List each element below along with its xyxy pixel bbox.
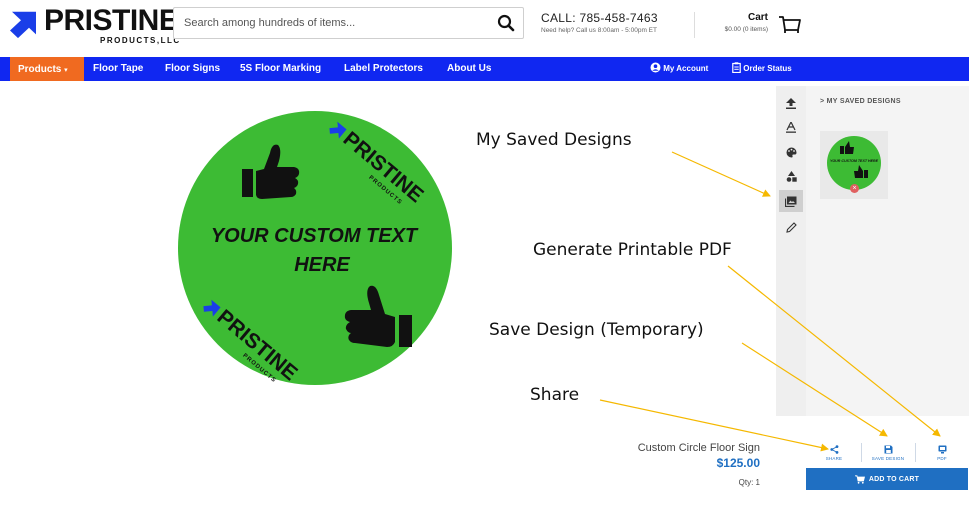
site-header: PRISTINE PRODUCTS,LLC CALL: 785-458-7463… <box>0 0 969 54</box>
saved-panel-title: > MY SAVED DESIGNS <box>820 98 901 105</box>
chevron-down-icon: ▾ <box>64 67 68 74</box>
shapes-icon <box>786 170 797 182</box>
logo-subtitle: PRODUCTS,LLC <box>100 36 181 45</box>
main-nav: Products ▾ Floor Tape Floor Signs 5S Flo… <box>0 57 969 81</box>
palette-icon <box>786 147 796 157</box>
saved-designs-panel: > MY SAVED DESIGNS YOUR CUSTOM TEXT HERE… <box>806 86 969 416</box>
pdf-icon <box>938 445 946 453</box>
nav-label-protectors[interactable]: Label Protectors <box>344 57 423 81</box>
product-qty: Qty: 1 <box>738 478 760 487</box>
add-to-cart-button[interactable]: ADD TO CART <box>806 468 968 490</box>
account-icon <box>650 62 661 73</box>
pdf-button[interactable]: PDF <box>916 440 968 465</box>
call-info: CALL: 785-458-7463 Need help? Call us 8:… <box>541 11 658 34</box>
search-bar <box>173 7 524 39</box>
save-design-label: SAVE DESIGN <box>871 455 905 461</box>
order-status-label: Order Status <box>743 64 792 73</box>
custom-text-line1[interactable]: YOUR CUSTOM TEXT <box>211 225 419 247</box>
logo-arrow-icon <box>10 11 36 38</box>
my-account-link[interactable]: My Account <box>650 57 708 81</box>
nav-floor-signs[interactable]: Floor Signs <box>165 57 220 81</box>
upload-tool[interactable] <box>779 92 803 114</box>
arrow-to-saved-designs <box>671 151 771 197</box>
text-icon <box>786 121 796 133</box>
cart-title: Cart <box>747 12 768 23</box>
edit-pencil-icon <box>785 221 797 233</box>
search-input[interactable] <box>174 8 474 38</box>
saved-designs-icon <box>785 196 797 207</box>
annotation-save-design: Save Design (Temporary) <box>489 320 704 340</box>
call-number[interactable]: CALL: 785-458-7463 <box>541 11 658 25</box>
header-divider <box>694 12 695 38</box>
order-status-link[interactable]: Order Status <box>732 57 792 81</box>
cart-icon <box>854 474 865 484</box>
cart-icon <box>779 16 801 33</box>
design-actions: SHARE SAVE DESIGN PDF <box>806 440 968 465</box>
share-icon <box>829 444 838 454</box>
saved-designs-tool[interactable] <box>779 190 803 212</box>
color-tool[interactable] <box>779 141 803 163</box>
share-label: SHARE <box>825 455 843 461</box>
nav-floor-tape[interactable]: Floor Tape <box>93 57 143 81</box>
product-price: $125.00 <box>716 456 760 470</box>
custom-text-line2[interactable]: HERE <box>294 254 350 276</box>
product-name: Custom Circle Floor Sign <box>637 442 760 454</box>
design-toolbar <box>776 86 806 416</box>
nav-products-label: Products <box>18 64 62 75</box>
search-icon[interactable] <box>497 14 515 32</box>
edit-tool[interactable] <box>779 216 803 238</box>
annotation-printable-pdf: Generate Printable PDF <box>533 240 732 260</box>
cart-summary: $0.00 (0 items) <box>724 26 768 33</box>
save-design-button[interactable]: SAVE DESIGN <box>862 440 914 465</box>
upload-icon <box>786 97 796 109</box>
shapes-tool[interactable] <box>779 165 803 187</box>
saved-thumb-text: YOUR CUSTOM TEXT HERE <box>830 159 879 163</box>
custom-floor-sign: PRISTINE PRODUCTS PRISTINE PRODUCTS YOUR… <box>178 111 452 385</box>
my-account-label: My Account <box>663 64 709 73</box>
delete-design-icon[interactable]: × <box>850 184 859 193</box>
save-icon <box>884 445 892 453</box>
design-canvas[interactable]: PRISTINE PRODUCTS PRISTINE PRODUCTS YOUR… <box>172 105 462 395</box>
nav-5s-floor-marking[interactable]: 5S Floor Marking <box>240 57 321 81</box>
add-to-cart-label: ADD TO CART <box>868 475 920 483</box>
annotation-share: Share <box>530 385 580 405</box>
cart-link[interactable]: Cart $0.00 (0 items) <box>710 12 810 40</box>
share-button[interactable]: SHARE <box>808 440 860 465</box>
pdf-label: PDF <box>937 455 947 461</box>
nav-about-us[interactable]: About Us <box>447 57 491 81</box>
clipboard-icon <box>732 62 741 74</box>
pristine-logo[interactable]: PRISTINE PRODUCTS,LLC <box>10 4 179 48</box>
nav-products[interactable]: Products ▾ <box>10 57 84 81</box>
logo-wordmark: PRISTINE <box>44 4 179 37</box>
annotation-saved-designs: My Saved Designs <box>476 130 632 150</box>
text-tool[interactable] <box>779 116 803 138</box>
call-hours: Need help? Call us 8:00am - 5:00pm ET <box>541 27 657 34</box>
